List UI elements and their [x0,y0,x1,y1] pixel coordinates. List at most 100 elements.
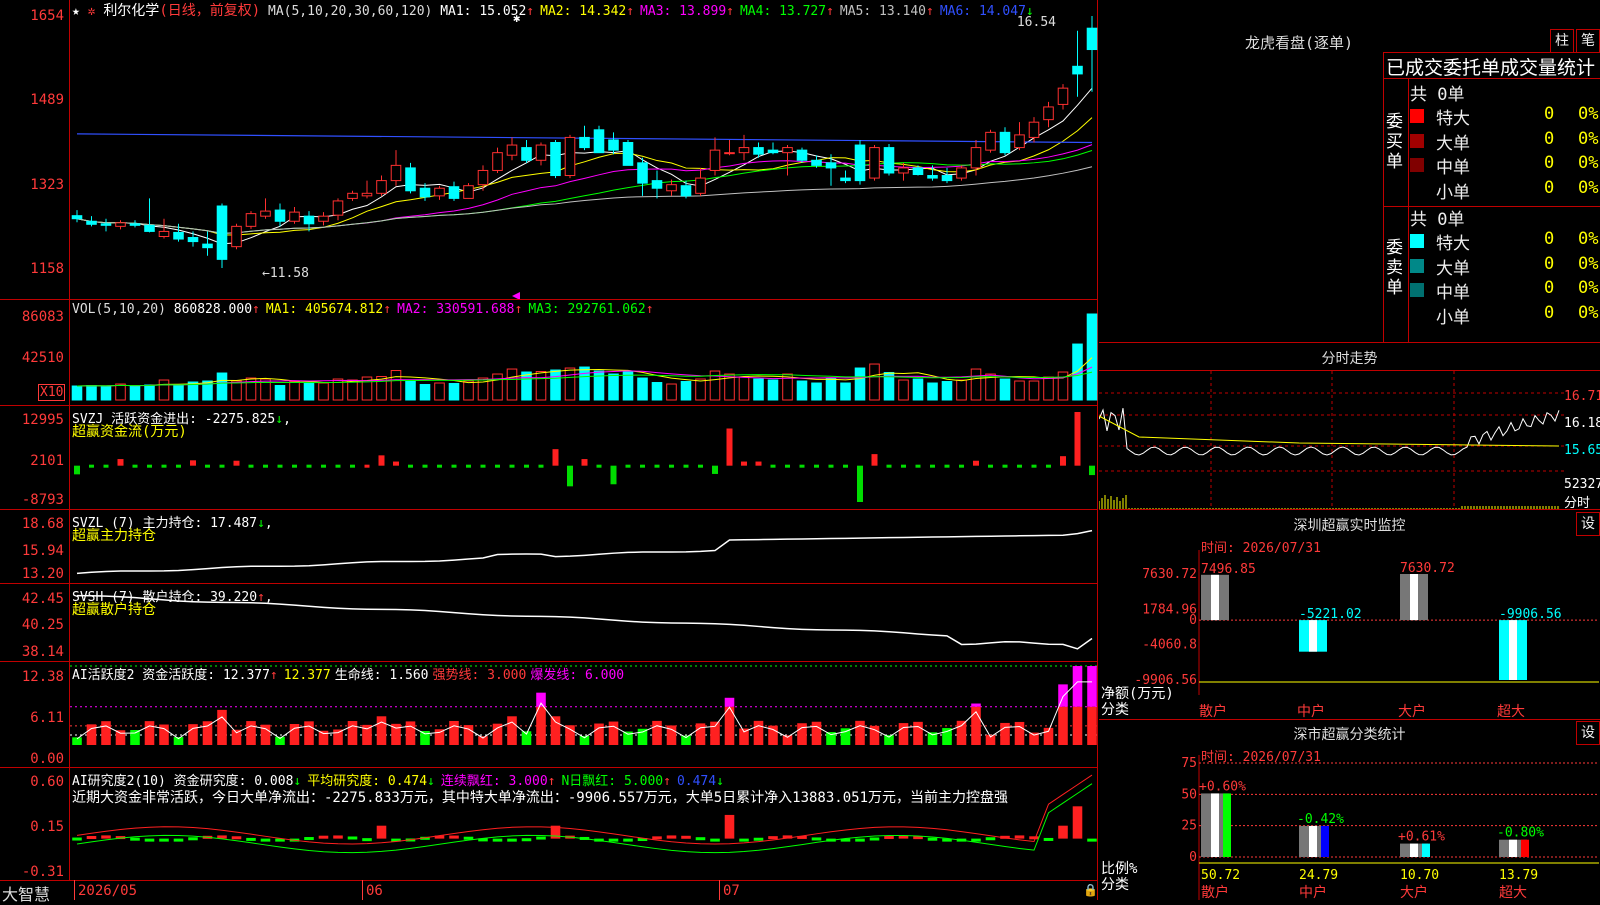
flow-bar [828,464,834,468]
research-bar [724,814,735,839]
volume-bar [550,369,561,401]
buy-row: 大单 0 0% [1408,128,1600,154]
candle-body [1072,65,1083,75]
activity-chart[interactable] [0,662,1098,767]
research-bar [869,837,880,841]
candle-body [245,213,257,227]
candle-body [448,186,460,199]
row-count: 0 [1544,253,1555,274]
research-bar [304,837,314,841]
activity-bar [376,716,387,745]
row-pct: 0% [1578,104,1599,124]
volume-bar [956,379,967,401]
flow-bar [466,464,471,468]
candle-body [71,215,83,220]
volume-bar [680,381,692,401]
swatch [1410,109,1424,123]
research-bar [260,838,271,842]
research-bar [855,838,865,842]
volume-bar [738,376,750,401]
monitor-chart[interactable]: 7630.721784.96-4060.8-9906.5607496.85散户-… [1099,550,1600,720]
buy-side-label: 委买单 [1386,112,1403,172]
row-name: 中单 [1436,158,1470,178]
candle-body [593,129,605,154]
retail-chart[interactable] [0,584,1098,661]
candle-body [332,200,344,216]
activity-bar [1014,721,1025,745]
monitor-axis-zero: 0 [1189,613,1197,628]
candlestick-chart[interactable]: 16.54 ←11.58 ✱ [0,0,1098,299]
volume-bar [405,380,416,401]
volume-bar [419,384,431,401]
intraday-chart[interactable] [1099,371,1600,509]
activity-bar [217,709,227,745]
flow-bar [683,464,689,468]
row-count: 0 [1544,128,1555,149]
classify-title: 深市超赢分类统计 [1293,727,1406,743]
volume-bar [347,379,358,401]
candle-body [463,185,474,199]
research-bar [376,825,387,839]
classify-settings-button[interactable]: 设 [1576,721,1600,745]
activity-bar [1000,722,1010,745]
candle-body [651,180,663,189]
research-bar [130,837,140,841]
candle-body [898,167,909,174]
monitor-category-label: 中户 [1297,703,1325,720]
volume-bar [695,378,706,401]
main-force-chart[interactable] [0,510,1098,583]
candle-body [318,215,329,222]
bar-toggle-button[interactable]: 柱 [1550,29,1574,53]
activity-burst-bar [1087,666,1097,707]
research-bar [188,837,198,841]
activity-bar [536,706,546,745]
volume-chart[interactable] [0,300,1098,405]
flow-bar [770,464,776,468]
candle-body [738,147,750,154]
monitor-axis-label: 7630.72 [1142,567,1197,582]
research-chart[interactable] [0,768,1098,880]
intraday-avg-line [1099,415,1560,447]
lock-icon[interactable]: 🔒 [1083,883,1098,897]
classify-category-label: 中户 [1299,884,1327,900]
volume-bar [811,382,822,401]
volume-bar [448,383,460,401]
candle-body [622,142,634,166]
research-bar [231,836,242,840]
volume-bar [869,363,880,401]
research-bar [159,838,169,842]
flow-bar [552,449,559,466]
candle-body [579,136,590,149]
fund-flow-chart[interactable] [0,406,1098,509]
flow-bar [1002,464,1008,468]
classify-chart[interactable]: 75 50 25 0 +0.60% 50.72散户 -0.42% 24.79中户 +0.61% 1… [1099,755,1600,900]
volume-bar [521,371,532,401]
candle-body [1086,27,1098,51]
flow-bar [988,464,993,468]
brand-label: 大智慧 [2,885,51,904]
candle-body [521,147,532,161]
classify-value-label: 50.72 [1201,868,1240,883]
volume-bar [970,368,982,401]
flow-bar [901,464,906,468]
monitor-settings-button[interactable]: 设 [1576,512,1600,536]
research-bar [449,835,459,839]
row-count: 0 [1544,177,1555,198]
pen-toggle-button[interactable]: 笔 [1576,29,1600,53]
row-name: 中单 [1436,283,1470,303]
classify-category-label: 大户 [1400,884,1428,900]
volume-bar [71,385,83,401]
activity-burst-bar [536,692,546,707]
research-bar [1072,806,1083,839]
activity-bar [144,721,155,745]
retail-line [76,594,1093,650]
candle-body [970,147,982,169]
research-bar [695,837,706,841]
row-name: 特大 [1436,109,1470,129]
ma60-line [76,166,1093,234]
activity-bar [797,723,807,745]
main-chart-area[interactable]: ★ ✲ 利尔化学(日线，前复权) MA(5,10,20,30,60,120) M… [0,0,1098,904]
candle-body [390,164,402,182]
research-bar [507,838,517,842]
candle-body [274,209,286,222]
